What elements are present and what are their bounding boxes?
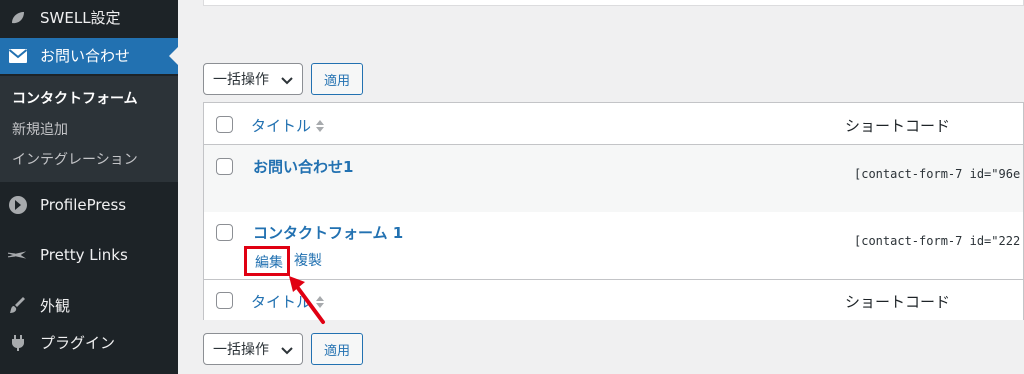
row-checkbox[interactable] [216, 224, 233, 241]
menu-item-label: プラグイン [40, 334, 116, 352]
column-title-sort[interactable]: タイトル [251, 115, 325, 136]
menu-item-profilepress[interactable]: ProfilePress [0, 187, 178, 223]
menu-item-contact[interactable]: お問い合わせ [0, 38, 178, 74]
menu-item-label: 外観 [40, 297, 71, 315]
row-checkbox[interactable] [216, 158, 233, 175]
edit-highlight-box: 編集 [244, 246, 290, 276]
bulk-action-select-top[interactable]: 一括操作 [203, 63, 303, 95]
submenu-item-contact-forms[interactable]: コンタクトフォーム [12, 88, 138, 108]
edit-link[interactable]: 編集 [255, 252, 283, 272]
apply-button-bottom[interactable]: 適用 [311, 333, 363, 365]
sort-icon [315, 119, 325, 133]
shortcode-text: [contact-form-7 id="222 [854, 234, 1021, 248]
chevron-down-icon [280, 73, 294, 87]
column-shortcode-header: ショートコード [845, 117, 951, 135]
chevron-down-icon [280, 343, 294, 357]
bulk-action-label: 一括操作 [213, 72, 269, 88]
table-row: お問い合わせ1 [contact-form-7 id="96e [204, 145, 1023, 212]
active-indicator [169, 47, 178, 65]
form-title-link[interactable]: コンタクトフォーム 1 [253, 222, 403, 243]
annotation-arrow-icon [289, 276, 325, 324]
menu-item-appearance[interactable]: 外観 [0, 288, 178, 324]
form-title-link[interactable]: お問い合わせ1 [253, 156, 353, 177]
duplicate-link[interactable]: 複製 [294, 250, 322, 270]
menu-item-label: お問い合わせ [40, 47, 131, 65]
contact-submenu: コンタクトフォーム 新規追加 インテグレーション [0, 76, 178, 182]
menu-item-label: SWELL設定 [40, 9, 121, 27]
shortcode-text: [contact-form-7 id="96e [854, 167, 1021, 181]
column-title-label: タイトル [251, 117, 312, 135]
menu-item-pretty-links[interactable]: Pretty Links [0, 237, 178, 273]
column-shortcode-footer: ショートコード [845, 293, 951, 311]
star-link-icon [8, 245, 28, 265]
menu-item-label: ProfilePress [40, 196, 127, 214]
submenu-item-integration[interactable]: インテグレーション [12, 149, 138, 169]
select-all-checkbox[interactable] [216, 116, 233, 133]
profilepress-icon [8, 195, 28, 215]
table-header-row: タイトル ショートコード [204, 103, 1023, 145]
bulk-action-select-bottom[interactable]: 一括操作 [203, 333, 303, 365]
menu-item-plugins[interactable]: プラグイン [0, 325, 178, 361]
menu-item-swell-settings[interactable]: SWELL設定 [0, 0, 178, 36]
admin-sidebar: SWELL設定 お問い合わせ コンタクトフォーム 新規追加 インテグレーション … [0, 0, 178, 374]
select-all-checkbox-footer[interactable] [216, 292, 233, 309]
envelope-icon [8, 46, 28, 66]
menu-item-label: Pretty Links [40, 246, 128, 264]
table-row: コンタクトフォーム 1 [contact-form-7 id="222 編集 複… [204, 212, 1023, 279]
bulk-action-label: 一括操作 [213, 342, 269, 358]
top-panel-edge [203, 0, 1024, 6]
apply-button-top[interactable]: 適用 [311, 63, 363, 95]
paintbrush-icon [8, 296, 28, 316]
swell-leaf-icon [8, 8, 28, 28]
submenu-item-add-new[interactable]: 新規追加 [12, 119, 68, 139]
plugin-icon [8, 333, 28, 353]
